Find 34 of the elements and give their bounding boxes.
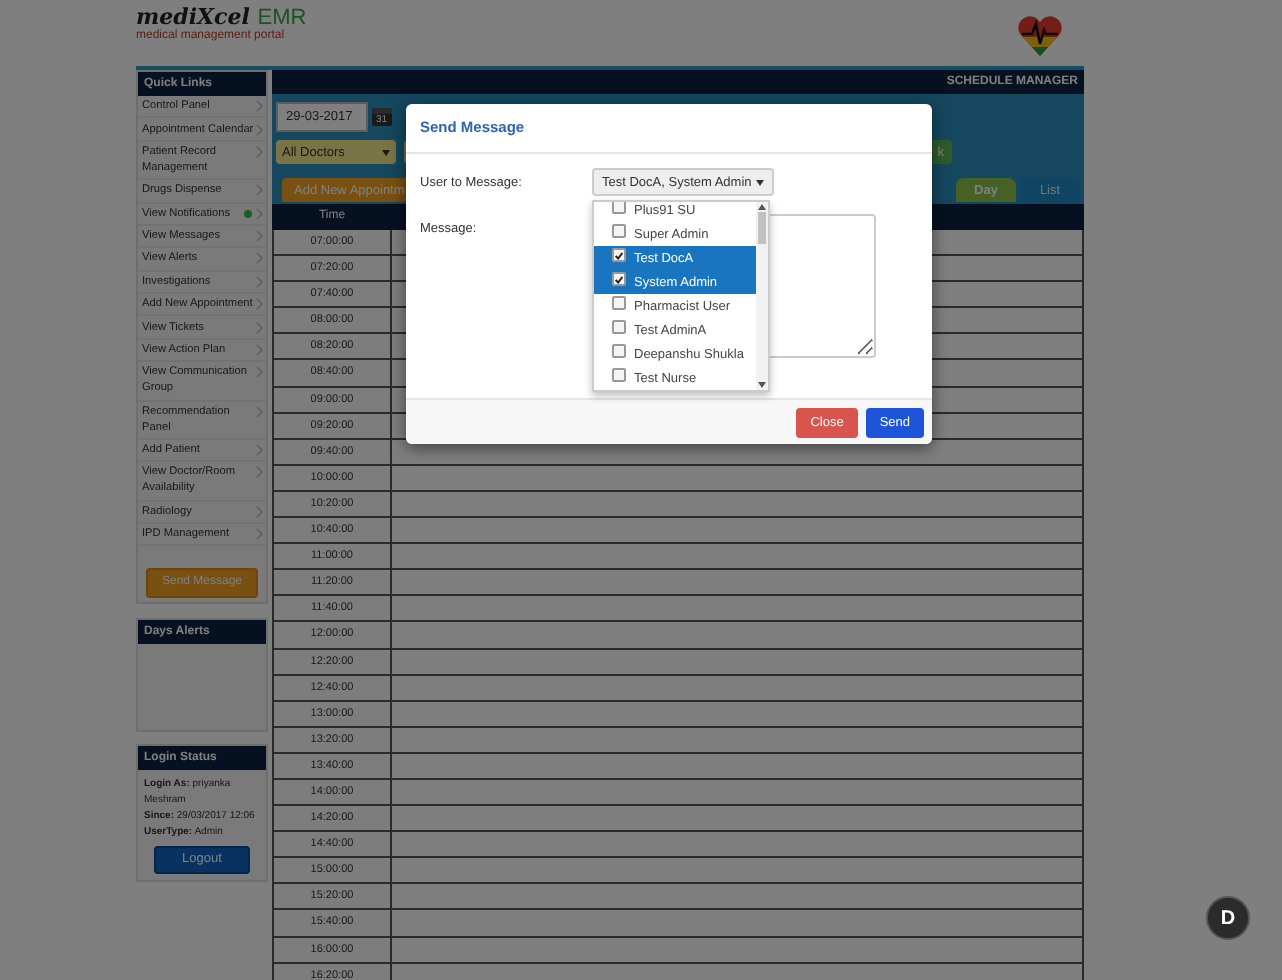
- checkbox[interactable]: [612, 368, 626, 382]
- caret-down-icon: [382, 149, 390, 155]
- scroll-down-icon[interactable]: [758, 382, 766, 388]
- schedule-cell[interactable]: [392, 779, 1084, 807]
- checkbox[interactable]: [612, 224, 626, 238]
- schedule-cell[interactable]: [392, 832, 1084, 859]
- checkbox[interactable]: [612, 272, 626, 286]
- checkbox[interactable]: [612, 248, 626, 262]
- caret-down-icon: [755, 179, 764, 185]
- scrollbar[interactable]: [756, 202, 768, 390]
- schedule-cell[interactable]: [392, 622, 1084, 649]
- profile-badge[interactable]: D: [1206, 896, 1250, 940]
- checkbox[interactable]: [612, 320, 626, 334]
- logo-text: mediXcel EMR: [136, 6, 307, 30]
- schedule-cell[interactable]: [392, 937, 1084, 964]
- schedule-cell[interactable]: [392, 806, 1084, 833]
- schedule-cell[interactable]: [392, 753, 1084, 780]
- schedule-cell[interactable]: [392, 701, 1084, 728]
- schedule-cell[interactable]: [392, 910, 1084, 938]
- schedule-cell[interactable]: [392, 727, 1084, 754]
- checkbox[interactable]: [612, 202, 626, 214]
- heart-logo-icon: [1016, 14, 1064, 58]
- schedule-cell[interactable]: [392, 544, 1084, 571]
- schedule-cell[interactable]: [392, 649, 1084, 676]
- schedule-cell[interactable]: [392, 465, 1084, 492]
- checkbox[interactable]: [612, 344, 626, 358]
- schedule-cell[interactable]: [392, 518, 1084, 545]
- checkbox[interactable]: [612, 296, 626, 310]
- schedule-cell[interactable]: [392, 596, 1084, 623]
- schedule-cell[interactable]: [392, 570, 1084, 597]
- schedule-cell[interactable]: [392, 491, 1084, 519]
- schedule-cell[interactable]: [392, 675, 1084, 702]
- schedule-cell[interactable]: [392, 884, 1084, 911]
- schedule-cell[interactable]: [392, 858, 1084, 885]
